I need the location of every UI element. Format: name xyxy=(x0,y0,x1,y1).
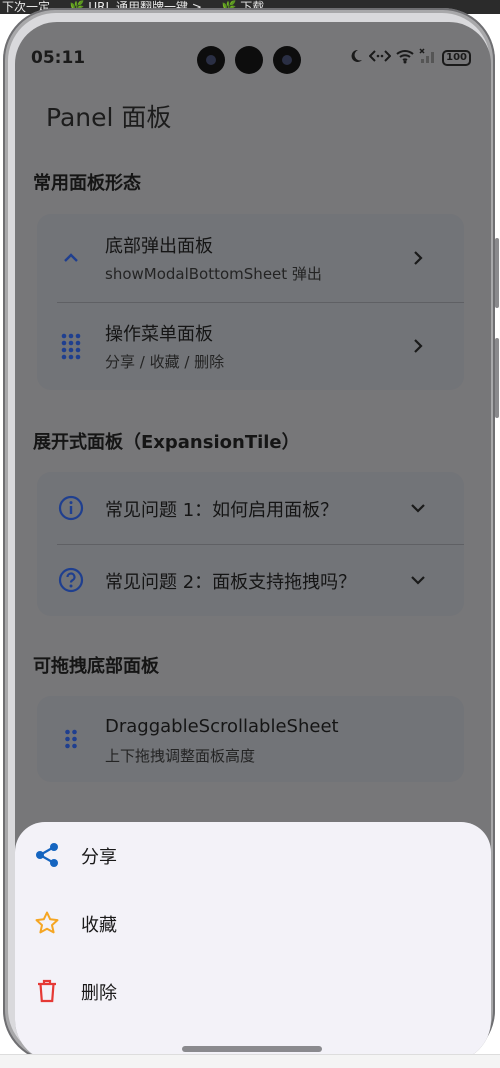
section-title-expansion: 展开式面板（ExpansionTile） xyxy=(33,432,300,453)
chevron-down-icon xyxy=(408,570,428,590)
expansion-tile-faq-2[interactable]: 常见问题 2：面板支持拖拽吗？ xyxy=(37,544,464,616)
camera-cutout xyxy=(235,46,263,74)
drag-handle-icon xyxy=(57,725,85,753)
sheet-item-label: 收藏 xyxy=(81,915,117,936)
draggable-sheet-card: DraggableScrollableSheet 上下拖拽调整面板高度 xyxy=(37,696,464,782)
sheet-item-share[interactable]: 分享 xyxy=(15,822,491,890)
power-button xyxy=(495,338,499,418)
expansion-tile-faq-1[interactable]: 常见问题 1：如何启用面板？ xyxy=(37,472,464,544)
signal-icon xyxy=(419,48,437,68)
host-bottom-strip xyxy=(0,1054,500,1068)
list-item-title: DraggableScrollableSheet xyxy=(105,716,339,737)
list-item-title: 操作菜单面板 xyxy=(105,324,213,345)
chevron-right-icon xyxy=(408,248,428,268)
chevron-down-icon xyxy=(408,498,428,518)
trash-icon xyxy=(33,977,61,1005)
chevron-right-icon xyxy=(408,336,428,356)
list-item-subtitle: 分享 / 收藏 / 删除 xyxy=(105,353,225,371)
dots-grid-icon xyxy=(57,332,85,360)
sheet-item-favorite[interactable]: 收藏 xyxy=(15,890,491,958)
section-title-common: 常用面板形态 xyxy=(33,173,141,194)
data-transfer-icon xyxy=(368,48,392,68)
list-item-title: 底部弹出面板 xyxy=(105,236,213,257)
moon-icon xyxy=(348,48,364,68)
list-item-action-menu[interactable]: 操作菜单面板 分享 / 收藏 / 删除 xyxy=(37,302,464,390)
action-bottom-sheet: 分享 收藏 删除 xyxy=(15,822,491,1062)
page-title: Panel 面板 xyxy=(46,103,172,132)
expansion-tile-title: 常见问题 2：面板支持拖拽吗？ xyxy=(105,572,357,593)
list-item-draggable-sheet[interactable]: DraggableScrollableSheet 上下拖拽调整面板高度 xyxy=(37,696,464,782)
status-bar: 05:11 100 xyxy=(15,22,491,92)
expansion-tile-title: 常见问题 1：如何启用面板？ xyxy=(105,500,339,521)
camera-cutout xyxy=(273,46,301,74)
wifi-icon xyxy=(396,48,414,68)
info-circle-icon xyxy=(57,494,85,522)
sheet-item-label: 删除 xyxy=(81,983,117,1004)
battery-icon: 100 xyxy=(442,50,471,66)
list-item-bottom-sheet[interactable]: 底部弹出面板 showModalBottomSheet 弹出 xyxy=(37,214,464,302)
home-indicator[interactable] xyxy=(182,1046,322,1052)
common-panels-card: 底部弹出面板 showModalBottomSheet 弹出 操作菜单面板 分享… xyxy=(37,214,464,390)
device-screen: 05:11 100 Panel 面板 常用面板形态 底部弹出面板 showMod… xyxy=(15,22,491,1062)
status-icons: 100 xyxy=(348,48,471,68)
camera-cutout xyxy=(197,46,225,74)
phone-frame: 05:11 100 Panel 面板 常用面板形态 底部弹出面板 showMod… xyxy=(3,8,499,1062)
list-item-subtitle: 上下拖拽调整面板高度 xyxy=(105,747,256,765)
sheet-item-label: 分享 xyxy=(81,847,117,868)
expansion-tiles-card: 常见问题 1：如何启用面板？ 常见问题 2：面板支持拖拽吗？ xyxy=(37,472,464,616)
chevron-up-icon xyxy=(57,244,85,272)
sheet-item-delete[interactable]: 删除 xyxy=(15,958,491,1026)
help-circle-icon xyxy=(57,566,85,594)
star-outline-icon xyxy=(33,909,61,937)
status-time: 05:11 xyxy=(31,48,86,68)
share-icon xyxy=(33,841,61,869)
volume-button xyxy=(495,238,499,308)
list-item-subtitle: showModalBottomSheet 弹出 xyxy=(105,265,322,283)
section-title-draggable: 可拖拽底部面板 xyxy=(33,656,159,677)
